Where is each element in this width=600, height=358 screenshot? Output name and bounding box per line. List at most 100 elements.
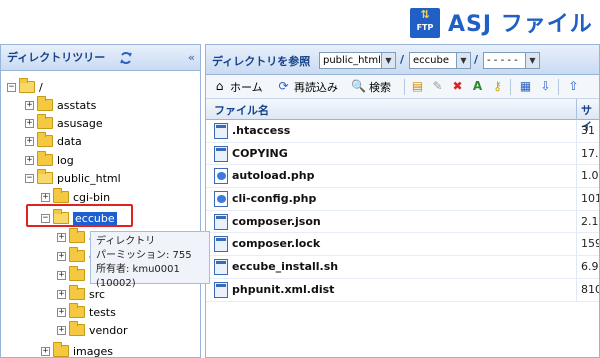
column-header-name[interactable]: ファイル名 bbox=[214, 102, 269, 118]
delete-button[interactable]: ✖ bbox=[450, 78, 468, 95]
expand-toggle-icon[interactable]: + bbox=[41, 192, 50, 202]
tree-node-tests[interactable]: + tests bbox=[57, 303, 116, 321]
expand-toggle-icon[interactable]: + bbox=[41, 346, 50, 356]
file-size: 1.05 bbox=[581, 169, 599, 183]
file-icon bbox=[214, 213, 228, 230]
tree-node-data[interactable]: + data bbox=[25, 132, 82, 150]
edit-icon: ✎ bbox=[432, 79, 443, 93]
path-select-level2[interactable]: eccube ▼ bbox=[409, 52, 471, 69]
directory-nav-bar: ディレクトリを参照 public_html ▼ / eccube ▼ / - -… bbox=[206, 45, 599, 75]
expand-toggle-icon[interactable]: + bbox=[25, 136, 34, 146]
upload-icon: ⇧ bbox=[568, 79, 579, 93]
tree-node-label: data bbox=[57, 134, 82, 148]
toolbar-separator bbox=[558, 79, 559, 95]
ftp-logo-icon: ⇅ FTP bbox=[410, 8, 440, 38]
selection-highlight-box bbox=[26, 204, 133, 227]
toolbar-separator bbox=[510, 79, 511, 95]
file-name: .htaccess bbox=[232, 124, 291, 137]
chevron-down-icon: ▼ bbox=[456, 53, 470, 68]
tree-node-asstats[interactable]: + asstats bbox=[25, 96, 96, 114]
new-file-button[interactable]: ▤ bbox=[410, 78, 428, 95]
expand-toggle-icon[interactable]: + bbox=[57, 325, 66, 335]
collapse-panel-button[interactable]: « bbox=[188, 45, 195, 71]
cell-separator bbox=[576, 278, 577, 301]
edit-file-button[interactable]: ✎ bbox=[430, 78, 448, 95]
expand-toggle-icon[interactable]: + bbox=[57, 232, 66, 242]
upload-button[interactable]: ⇧ bbox=[566, 78, 584, 95]
collapse-toggle-icon[interactable]: − bbox=[7, 82, 16, 92]
file-row[interactable]: composer.json 2.14 bbox=[206, 210, 599, 234]
cell-separator bbox=[576, 165, 577, 188]
file-icon bbox=[214, 236, 228, 253]
folder-icon bbox=[37, 114, 53, 129]
path-select-level1[interactable]: public_html ▼ bbox=[319, 52, 396, 69]
search-label: 検索 bbox=[369, 80, 391, 94]
folder-icon bbox=[37, 132, 53, 147]
rename-button[interactable]: A bbox=[470, 78, 488, 95]
file-size: 101 bbox=[581, 192, 600, 206]
expand-toggle-icon[interactable]: + bbox=[57, 307, 66, 317]
home-button[interactable]: ⌂ ホーム bbox=[212, 78, 263, 95]
folder-icon bbox=[69, 247, 85, 262]
folder-open-icon bbox=[19, 78, 35, 93]
download-button[interactable]: ⇩ bbox=[538, 78, 556, 95]
expand-toggle-icon[interactable]: + bbox=[57, 251, 66, 261]
tree-node-label: asstats bbox=[57, 98, 97, 112]
file-row[interactable]: COPYING 17.5 bbox=[206, 142, 599, 166]
nav-title: ディレクトリを参照 bbox=[212, 55, 311, 68]
download-icon: ⇩ bbox=[540, 79, 551, 93]
tree-panel-title: ディレクトリツリー bbox=[7, 51, 106, 64]
tree-node-log[interactable]: + log bbox=[25, 151, 74, 169]
file-row[interactable]: composer.lock 159 bbox=[206, 233, 599, 257]
reload-button[interactable]: ⟳ 再読込み bbox=[276, 78, 338, 95]
folder-icon bbox=[53, 342, 69, 357]
file-size: 6.98 bbox=[581, 260, 599, 274]
tree-node-label: public_html bbox=[57, 171, 121, 185]
file-row[interactable]: .htaccess 31 l bbox=[206, 120, 599, 143]
cell-separator bbox=[576, 142, 577, 165]
path-select-level3[interactable]: - - - - - ▼ bbox=[483, 52, 540, 69]
tree-node-label: cgi-bin bbox=[73, 190, 111, 204]
file-row[interactable]: eccube_install.sh 6.98 bbox=[206, 256, 599, 279]
cell-separator bbox=[576, 256, 577, 279]
file-row[interactable]: autoload.php 1.05 bbox=[206, 165, 599, 189]
new-file-icon: ▤ bbox=[411, 79, 424, 93]
cell-separator bbox=[576, 120, 577, 142]
tree-node-asusage[interactable]: + asusage bbox=[25, 114, 103, 132]
refresh-tree-icon[interactable] bbox=[119, 51, 133, 65]
search-button[interactable]: 🔍 検索 bbox=[351, 78, 391, 95]
toolbar-separator bbox=[404, 79, 405, 95]
expand-toggle-icon[interactable]: + bbox=[25, 118, 34, 128]
expand-toggle-icon[interactable]: + bbox=[57, 270, 66, 280]
tree-panel-header: ディレクトリツリー « bbox=[1, 45, 200, 71]
file-size: 2.14 bbox=[581, 214, 599, 228]
view-button[interactable]: ▦ bbox=[518, 78, 536, 95]
file-name: phpunit.xml.dist bbox=[232, 282, 335, 296]
folder-icon bbox=[69, 266, 85, 281]
file-name: autoload.php bbox=[232, 169, 315, 183]
app-brand-title: ASJ ファイル bbox=[448, 12, 593, 37]
file-size: 810 bbox=[581, 282, 600, 296]
file-name: composer.json bbox=[232, 214, 321, 228]
file-icon bbox=[214, 281, 228, 298]
file-row[interactable]: phpunit.xml.dist 810 bbox=[206, 278, 600, 302]
column-separator[interactable] bbox=[576, 99, 577, 120]
collapse-toggle-icon[interactable]: − bbox=[25, 173, 34, 183]
tree-node-vendor[interactable]: + vendor bbox=[57, 321, 127, 339]
tree-node-images[interactable]: + images bbox=[41, 342, 113, 358]
file-row[interactable]: cli-config.php 101 bbox=[206, 188, 599, 211]
expand-toggle-icon[interactable]: + bbox=[57, 289, 66, 299]
properties-button[interactable]: ⚷ bbox=[490, 78, 508, 95]
folder-icon bbox=[37, 96, 53, 111]
expand-toggle-icon[interactable]: + bbox=[25, 155, 34, 165]
file-name: composer.lock bbox=[232, 237, 321, 251]
file-icon bbox=[214, 259, 228, 276]
directory-tooltip: ディレクトリ パーミッション: 755 所有者: kmu0001 (10002) bbox=[90, 231, 210, 289]
expand-toggle-icon[interactable]: + bbox=[25, 100, 34, 110]
tree-node-root[interactable]: − / bbox=[7, 78, 43, 96]
folder-icon bbox=[69, 285, 85, 300]
app-header: ⇅ FTP ASJ ファイル bbox=[0, 0, 600, 44]
tree-node-public-html[interactable]: − public_html bbox=[25, 169, 121, 187]
tree-node-label: images bbox=[73, 344, 113, 358]
cell-separator bbox=[576, 233, 577, 256]
